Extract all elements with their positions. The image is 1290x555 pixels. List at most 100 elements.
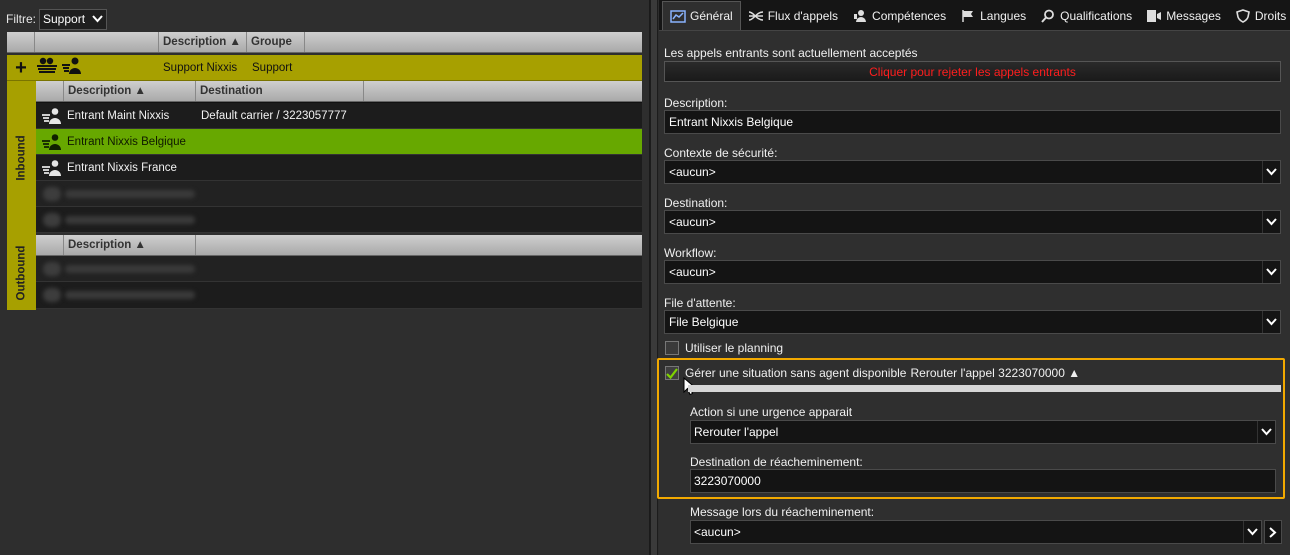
agents-group-icon <box>35 56 59 79</box>
inbound-header-description[interactable]: Description ▲ <box>64 81 196 101</box>
table-row-blurred[interactable] <box>36 207 642 233</box>
message-icon <box>1146 9 1162 23</box>
blurred-text <box>65 291 195 299</box>
no-agent-label: Gérer une situation sans agent disponibl… <box>685 366 907 380</box>
table-row-blurred[interactable] <box>36 181 642 207</box>
action-select[interactable]: Rerouter l'appel <box>690 420 1276 444</box>
tab-messages[interactable]: Messages <box>1139 1 1228 30</box>
outbound-grid-header: Description ▲ <box>36 235 642 256</box>
header-blank-1[interactable] <box>7 32 35 52</box>
tab-skills[interactable]: Compétences <box>845 1 953 30</box>
reroute-destination-value: 3223070000 <box>694 474 761 488</box>
shield-icon <box>1235 8 1251 23</box>
group-icons <box>35 56 163 79</box>
expand-plus-icon[interactable]: + <box>7 55 35 81</box>
phone-agent-icon <box>36 159 67 177</box>
tab-label: Qualifications <box>1060 8 1133 23</box>
filter-row: Filtre: Support <box>6 8 107 30</box>
workflow-select[interactable]: <aucun> <box>664 260 1281 284</box>
inbound-grid: Description ▲ Destination Entrant Maint … <box>36 81 642 233</box>
chevron-down-icon[interactable] <box>1262 311 1280 333</box>
reject-calls-button[interactable]: Cliquer pour rejeter les appels entrants <box>664 61 1281 82</box>
header-description[interactable]: Description ▲ <box>159 32 247 52</box>
chevron-down-icon[interactable] <box>1262 161 1280 183</box>
chevron-down-icon[interactable] <box>1257 421 1275 443</box>
flag-icon <box>960 9 976 23</box>
inbound-header-filler <box>364 81 642 101</box>
tab-label: Langues <box>980 8 1027 23</box>
inbound-header-destination[interactable]: Destination <box>196 81 364 101</box>
group-groupe: Support <box>252 61 293 74</box>
blurred-text <box>65 264 195 273</box>
security-context-select[interactable]: <aucun> <box>664 160 1281 184</box>
reroute-destination-input[interactable]: 3223070000 <box>690 469 1276 493</box>
blurred-text <box>65 189 195 198</box>
outbound-side-tab[interactable]: Outbound <box>7 235 36 310</box>
tab-label: Compétences <box>872 8 947 23</box>
queue-label: File d'attente: <box>664 296 736 310</box>
chevron-down-icon[interactable] <box>1243 521 1261 543</box>
skills-icon <box>852 9 868 23</box>
blurred-icon <box>43 261 61 276</box>
row-description: Entrant Maint Nixxis <box>67 109 170 122</box>
left-pane: Filtre: Support Description ▲ Groupe + S… <box>0 0 650 555</box>
tab-rights[interactable]: Droits <box>1228 1 1290 30</box>
header-filler <box>305 32 642 52</box>
chevron-down-icon <box>92 12 103 26</box>
action-label: Action si une urgence apparait <box>690 405 853 419</box>
row-description: Entrant Nixxis France <box>67 161 177 174</box>
outbound-header-description[interactable]: Description ▲ <box>64 235 196 255</box>
blurred-icon <box>43 186 61 201</box>
no-agent-checkbox-row[interactable]: Gérer une situation sans agent disponibl… <box>665 366 1080 380</box>
group-row-support[interactable]: + Support Nixxis Support <box>7 55 642 81</box>
filter-value: Support <box>43 12 86 26</box>
chart-icon <box>670 9 686 23</box>
table-row-blurred[interactable] <box>36 282 642 309</box>
filter-label: Filtre: <box>6 12 36 26</box>
chevron-down-icon[interactable] <box>1262 211 1280 233</box>
tab-qualifications[interactable]: Qualifications <box>1033 1 1139 30</box>
filter-combo[interactable]: Support <box>39 8 107 30</box>
table-row[interactable]: Entrant Maint Nixxis Default carrier / 3… <box>36 103 642 129</box>
tab-bar: Général Flux d'appels Compétences Langue… <box>659 0 1290 31</box>
phone-agent-icon <box>36 107 67 125</box>
blurred-text <box>65 215 195 224</box>
flow-icon <box>748 9 764 23</box>
table-row[interactable]: Entrant Nixxis France <box>36 155 642 181</box>
description-label: Description: <box>664 96 728 110</box>
no-agent-checkbox[interactable] <box>665 366 679 380</box>
reroute-message-select[interactable]: <aucun> <box>690 520 1262 544</box>
security-context-value: <aucun> <box>669 165 716 179</box>
planning-label: Utiliser le planning <box>685 341 784 355</box>
header-blank-2[interactable] <box>35 32 159 52</box>
group-grid-header: Description ▲ Groupe <box>7 32 642 53</box>
right-pane: Général Flux d'appels Compétences Langue… <box>657 0 1290 555</box>
pane-splitter[interactable] <box>650 0 658 555</box>
group-description: Support Nixxis <box>163 61 238 74</box>
table-row-blurred[interactable] <box>36 256 642 282</box>
table-row-selected[interactable]: Entrant Nixxis Belgique <box>36 129 642 155</box>
inbound-header-blank[interactable] <box>36 81 64 101</box>
header-groupe[interactable]: Groupe <box>247 32 305 52</box>
destination-select[interactable]: <aucun> <box>664 210 1281 234</box>
tab-label: Flux d'appels <box>767 8 839 23</box>
tab-label: Général <box>690 9 733 23</box>
tab-general[interactable]: Général <box>662 1 741 30</box>
row-destination: Default carrier / 3223057777 <box>201 109 347 122</box>
outbound-header-blank[interactable] <box>36 235 64 255</box>
blurred-icon <box>43 288 61 302</box>
chevron-down-icon[interactable] <box>1262 261 1280 283</box>
planning-checkbox-row[interactable]: Utiliser le planning <box>665 341 783 355</box>
queue-select[interactable]: File Belgique <box>664 310 1281 334</box>
planning-checkbox[interactable] <box>665 341 679 355</box>
no-agent-summary[interactable]: Rerouter l'appel 3223070000 ▲ <box>910 366 1080 380</box>
incoming-status-text: Les appels entrants sont actuellement ac… <box>664 46 918 60</box>
tab-call-flow[interactable]: Flux d'appels <box>741 1 845 30</box>
outbound-tab-label: Outbound <box>15 245 28 300</box>
inbound-side-tab[interactable]: Inbound <box>7 81 36 235</box>
inbound-grid-header: Description ▲ Destination <box>36 81 642 102</box>
chevron-right-icon[interactable] <box>1264 520 1282 544</box>
tab-languages[interactable]: Langues <box>953 1 1033 30</box>
description-input[interactable]: Entrant Nixxis Belgique <box>664 110 1281 134</box>
phone-agent-icon <box>61 56 83 79</box>
